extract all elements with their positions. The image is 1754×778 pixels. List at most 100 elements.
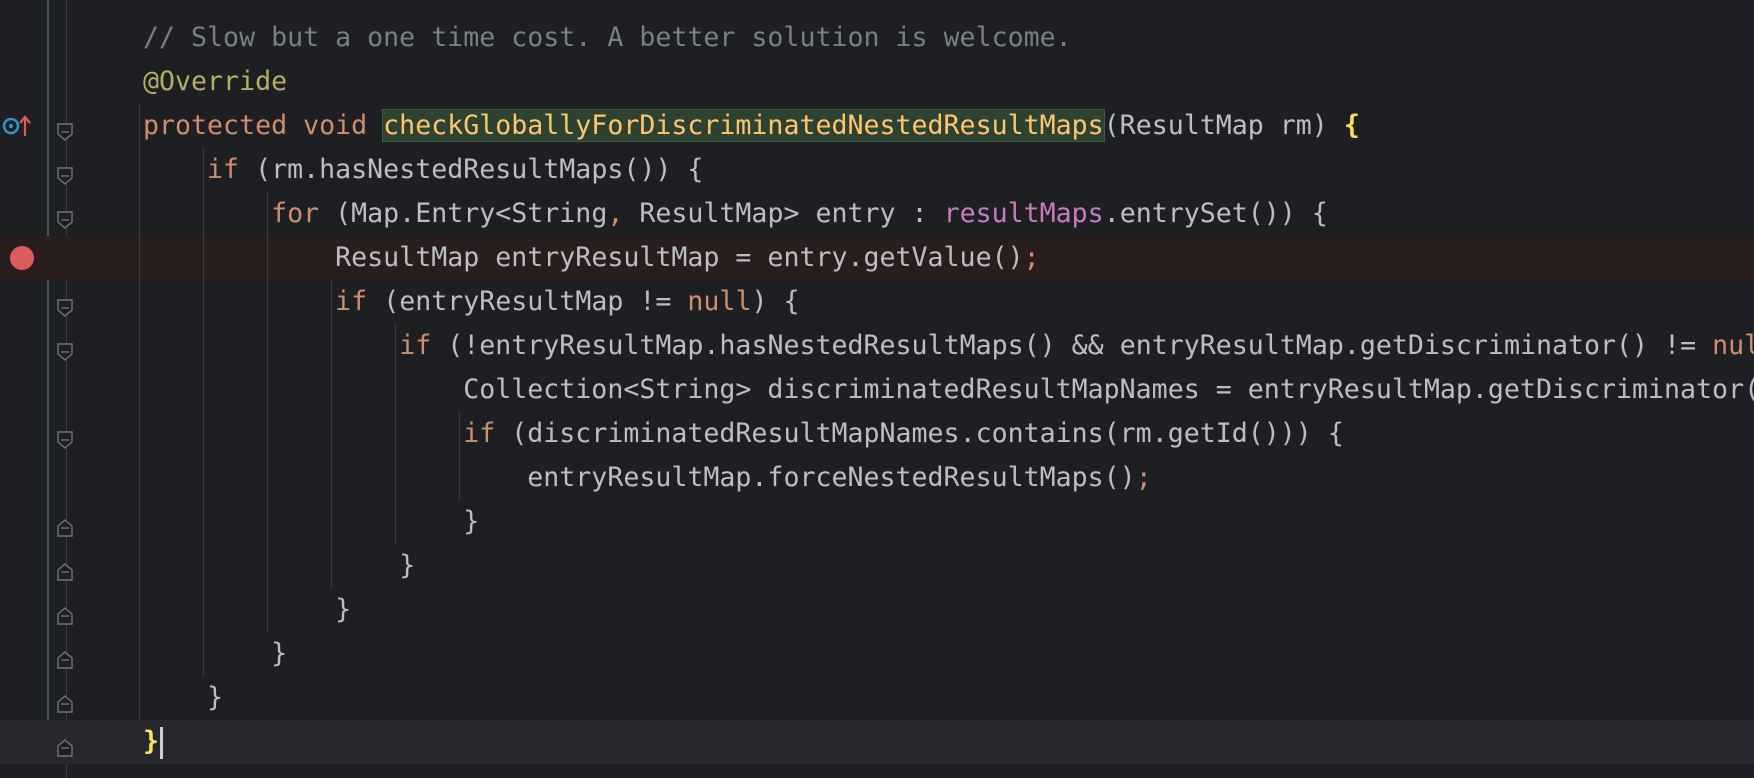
code-line[interactable]: entryResultMap.forceNestedResultMaps(); xyxy=(0,456,1754,500)
code-line[interactable]: // Slow but a one time cost. A better so… xyxy=(0,16,1754,60)
code-line-text[interactable]: if (rm.hasNestedResultMaps()) { xyxy=(143,148,703,192)
code-token: } xyxy=(399,550,416,581)
indent-guide xyxy=(331,280,332,588)
indent-guide xyxy=(267,192,268,632)
fold-end-icon[interactable] xyxy=(57,557,73,581)
code-token: Collection<String> discriminatedResultMa… xyxy=(463,374,1754,405)
annotation-token: @Override xyxy=(143,66,288,97)
code-token: (!entryResultMap.hasNestedResultMaps() &… xyxy=(447,330,1713,361)
indent-guide xyxy=(203,148,204,676)
fold-collapse-icon[interactable] xyxy=(57,205,73,229)
fold-end-icon[interactable] xyxy=(57,733,73,757)
code-token: entryResultMap.forceNestedResultMaps() xyxy=(527,462,1136,493)
keyword-token: if xyxy=(335,286,384,317)
code-line-text[interactable]: @Override xyxy=(143,60,287,104)
code-line-text[interactable]: for (Map.Entry<String, ResultMap> entry … xyxy=(143,192,1328,236)
code-line-text[interactable]: } xyxy=(143,720,164,764)
keyword-token: if xyxy=(207,154,256,185)
fold-collapse-icon[interactable] xyxy=(57,117,73,141)
code-token: ResultMap entryResultMap = entry.getValu… xyxy=(335,242,1024,273)
override-method-icon[interactable] xyxy=(2,112,32,140)
code-line-text[interactable]: } xyxy=(143,588,351,632)
code-token: { xyxy=(1343,110,1360,141)
keyword-token: null xyxy=(1712,330,1754,361)
code-line-text[interactable]: protected void checkGloballyForDiscrimin… xyxy=(143,104,1360,148)
code-line[interactable]: } xyxy=(0,588,1754,632)
code-token: } xyxy=(143,726,160,757)
code-line-text[interactable]: ResultMap entryResultMap = entry.getValu… xyxy=(143,236,1040,280)
keyword-token: if xyxy=(399,330,448,361)
code-token: .entrySet()) { xyxy=(1103,198,1328,229)
indent-guide xyxy=(459,412,460,500)
code-token: (discriminatedResultMapNames.contains(rm… xyxy=(511,418,1344,449)
breakpoint-icon[interactable] xyxy=(10,246,34,270)
fold-end-icon[interactable] xyxy=(57,513,73,537)
code-token: (Map.Entry<String xyxy=(335,198,608,229)
keyword-token: void xyxy=(303,110,384,141)
code-line-text[interactable]: entryResultMap.forceNestedResultMaps(); xyxy=(143,456,1151,500)
code-token: ; xyxy=(1023,242,1040,273)
code-line[interactable]: for (Map.Entry<String, ResultMap> entry … xyxy=(0,192,1754,236)
code-token: } xyxy=(335,594,352,625)
fold-collapse-icon[interactable] xyxy=(57,293,73,317)
code-line-text[interactable]: Collection<String> discriminatedResultMa… xyxy=(143,368,1754,412)
fold-end-icon[interactable] xyxy=(57,601,73,625)
code-token: } xyxy=(207,682,224,713)
code-line[interactable]: } xyxy=(0,500,1754,544)
indent-guide xyxy=(395,324,396,544)
code-token: (rm.hasNestedResultMaps()) { xyxy=(255,154,704,185)
code-line[interactable]: protected void checkGloballyForDiscrimin… xyxy=(0,104,1754,148)
keyword-token: null xyxy=(687,286,752,317)
code-line[interactable]: if (!entryResultMap.hasNestedResultMaps(… xyxy=(0,324,1754,368)
fold-collapse-icon[interactable] xyxy=(57,161,73,185)
code-editor[interactable]: // Slow but a one time cost. A better so… xyxy=(0,0,1754,778)
fold-collapse-icon[interactable] xyxy=(57,337,73,361)
code-line[interactable]: if (rm.hasNestedResultMaps()) { xyxy=(0,148,1754,192)
code-line-text[interactable]: } xyxy=(143,500,479,544)
code-line[interactable]: ResultMap entryResultMap = entry.getValu… xyxy=(0,236,1754,280)
code-line-text[interactable]: if (!entryResultMap.hasNestedResultMaps(… xyxy=(143,324,1754,368)
fold-collapse-icon[interactable] xyxy=(57,425,73,449)
comment-token: // Slow but a one time cost. A better so… xyxy=(143,22,1072,53)
keyword-token: protected xyxy=(143,110,304,141)
keyword-token: for xyxy=(271,198,336,229)
code-line[interactable]: if (discriminatedResultMapNames.contains… xyxy=(0,412,1754,456)
code-line-text[interactable]: if (entryResultMap != null) { xyxy=(143,280,800,324)
code-line[interactable]: if (entryResultMap != null) { xyxy=(0,280,1754,324)
code-line-text[interactable]: } xyxy=(143,544,415,588)
code-token: , xyxy=(607,198,640,229)
code-token: (ResultMap rm) xyxy=(1103,110,1344,141)
code-line-text[interactable]: } xyxy=(143,676,223,720)
code-token: ) { xyxy=(751,286,800,317)
code-token: } xyxy=(463,506,480,537)
code-token: (entryResultMap != xyxy=(383,286,688,317)
code-token: } xyxy=(271,638,288,669)
fold-end-icon[interactable] xyxy=(57,689,73,713)
code-line[interactable]: } xyxy=(0,632,1754,676)
code-line[interactable]: } xyxy=(0,676,1754,720)
code-line-text[interactable]: } xyxy=(143,632,287,676)
code-line[interactable]: } xyxy=(0,544,1754,588)
code-line-text[interactable]: // Slow but a one time cost. A better so… xyxy=(143,16,1072,60)
fold-end-icon[interactable] xyxy=(57,645,73,669)
code-line[interactable]: } xyxy=(0,720,1754,764)
code-line-text[interactable]: if (discriminatedResultMapNames.contains… xyxy=(143,412,1344,456)
text-caret xyxy=(160,726,164,759)
code-token: ResultMap> entry : xyxy=(639,198,944,229)
code-line[interactable]: Collection<String> discriminatedResultMa… xyxy=(0,368,1754,412)
code-line[interactable]: @Override xyxy=(0,60,1754,104)
highlighted-method-name: checkGloballyForDiscriminatedNestedResul… xyxy=(382,109,1105,142)
